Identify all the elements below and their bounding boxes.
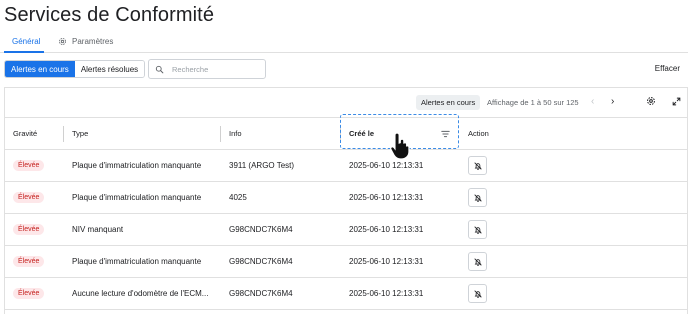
info-cell: G98CNDC7K6M4 xyxy=(221,277,341,310)
current-alerts-button[interactable]: Alertes en cours xyxy=(5,61,75,77)
action-cell xyxy=(460,181,688,214)
table-row[interactable]: Élevée Plaque d'immatriculation manquant… xyxy=(5,149,688,182)
bell-off-icon xyxy=(473,289,482,298)
info-cell: G98CNDC7K6M4 xyxy=(221,213,341,246)
search-box[interactable] xyxy=(148,59,266,79)
tab-general-label: Général xyxy=(12,37,41,46)
mute-alert-button[interactable] xyxy=(468,220,487,239)
table-row[interactable]: Élevée Plaque d'immatriculation manquant… xyxy=(5,245,688,278)
search-icon xyxy=(155,65,164,73)
hand-cursor-icon xyxy=(390,132,410,160)
severity-cell: Élevée xyxy=(5,149,64,182)
column-header-type[interactable]: Type xyxy=(64,117,221,150)
severity-badge: Élevée xyxy=(13,256,45,267)
table-row[interactable]: Élevée Aucune lecture d'odomètre de l'EC… xyxy=(5,277,688,310)
column-header-info[interactable]: Info xyxy=(221,117,341,150)
tab-general[interactable]: Général xyxy=(12,37,40,46)
severity-cell: Élevée xyxy=(5,245,64,278)
severity-badge: Élevée xyxy=(13,288,45,299)
bell-off-icon xyxy=(473,257,482,266)
page-title: Services de Conformité xyxy=(4,4,215,26)
column-header-label: Action xyxy=(468,129,489,138)
severity-cell: Élevée xyxy=(5,181,64,214)
severity-badge: Élevée xyxy=(13,224,45,235)
severity-cell: Élevée xyxy=(5,277,64,310)
action-cell xyxy=(460,213,688,246)
action-cell xyxy=(460,245,688,278)
chevron-left-icon[interactable]: ‹ xyxy=(591,96,594,107)
alerts-grid: Alertes en cours Affichage de 1 à 50 sur… xyxy=(4,87,688,314)
severity-cell: Élevée xyxy=(5,213,64,246)
type-cell: Plaque d'immatriculation manquante xyxy=(64,149,221,182)
mute-alert-button[interactable] xyxy=(468,188,487,207)
type-cell: NIV manquant xyxy=(64,213,221,246)
grid-toolbar: Alertes en cours Affichage de 1 à 50 sur… xyxy=(5,88,687,116)
pagination-info: Affichage de 1 à 50 sur 125 xyxy=(487,98,579,107)
gear-icon[interactable] xyxy=(646,96,656,106)
mute-alert-button[interactable] xyxy=(468,284,487,303)
bell-off-icon xyxy=(473,161,482,170)
resolved-alerts-button[interactable]: Alertes résolues xyxy=(74,61,145,77)
table-row[interactable]: Élevée NIV manquant G98CNDC7K6M4 2025-06… xyxy=(5,213,688,246)
active-tab-indicator xyxy=(4,51,44,53)
tab-parametres[interactable]: Paramètres xyxy=(58,37,113,46)
filter-chip[interactable]: Alertes en cours xyxy=(416,95,481,110)
bell-off-icon xyxy=(473,225,482,234)
tab-parametres-label: Paramètres xyxy=(72,37,114,46)
created-cell: 2025-06-10 12:13:31 xyxy=(341,181,460,214)
column-header-label: Créé le xyxy=(349,129,375,138)
table-row[interactable]: Élevée Plaque d'immatriculation manquant… xyxy=(5,181,688,214)
column-header-label: Info xyxy=(229,129,242,138)
sort-icon[interactable] xyxy=(441,130,450,138)
alert-status-toggle: Alertes en cours Alertes résolues xyxy=(4,60,146,78)
chevron-right-icon[interactable]: › xyxy=(611,96,614,107)
type-cell: Aucune lecture d'odomètre de l'ECM... xyxy=(64,277,221,310)
created-cell: 2025-06-10 12:13:31 xyxy=(341,277,460,310)
column-header-action[interactable]: Action xyxy=(460,117,688,150)
expand-icon[interactable] xyxy=(672,97,681,106)
clear-button[interactable]: Effacer xyxy=(655,64,680,73)
type-cell: Plaque d'immatriculation manquante xyxy=(64,245,221,278)
info-cell: G98CNDC7K6M4 xyxy=(221,245,341,278)
column-header-label: Type xyxy=(72,129,89,138)
created-cell: 2025-06-10 12:13:31 xyxy=(341,245,460,278)
mute-alert-button[interactable] xyxy=(468,252,487,271)
column-header-label: Gravité xyxy=(13,129,38,138)
severity-badge: Élevée xyxy=(13,160,45,171)
mute-alert-button[interactable] xyxy=(468,156,487,175)
action-cell xyxy=(460,277,688,310)
gear-icon xyxy=(59,38,66,45)
table-header-row: Gravité Type Info Créé le Action xyxy=(5,117,688,150)
column-header-gravite[interactable]: Gravité xyxy=(5,117,64,150)
bell-off-icon xyxy=(473,193,482,202)
type-cell: Plaque d'immatriculation manquante xyxy=(64,181,221,214)
created-cell: 2025-06-10 12:13:31 xyxy=(341,213,460,246)
search-input[interactable] xyxy=(172,64,262,74)
alerts-table: Gravité Type Info Créé le Action Élevée … xyxy=(5,117,688,310)
action-cell xyxy=(460,149,688,182)
info-cell: 3911 (ARGO Test) xyxy=(221,149,341,182)
tab-bar: Général Paramètres xyxy=(0,31,688,53)
info-cell: 4025 xyxy=(221,181,341,214)
toolbar: Alertes en cours Alertes résolues Efface… xyxy=(0,59,688,81)
severity-badge: Élevée xyxy=(13,192,45,203)
